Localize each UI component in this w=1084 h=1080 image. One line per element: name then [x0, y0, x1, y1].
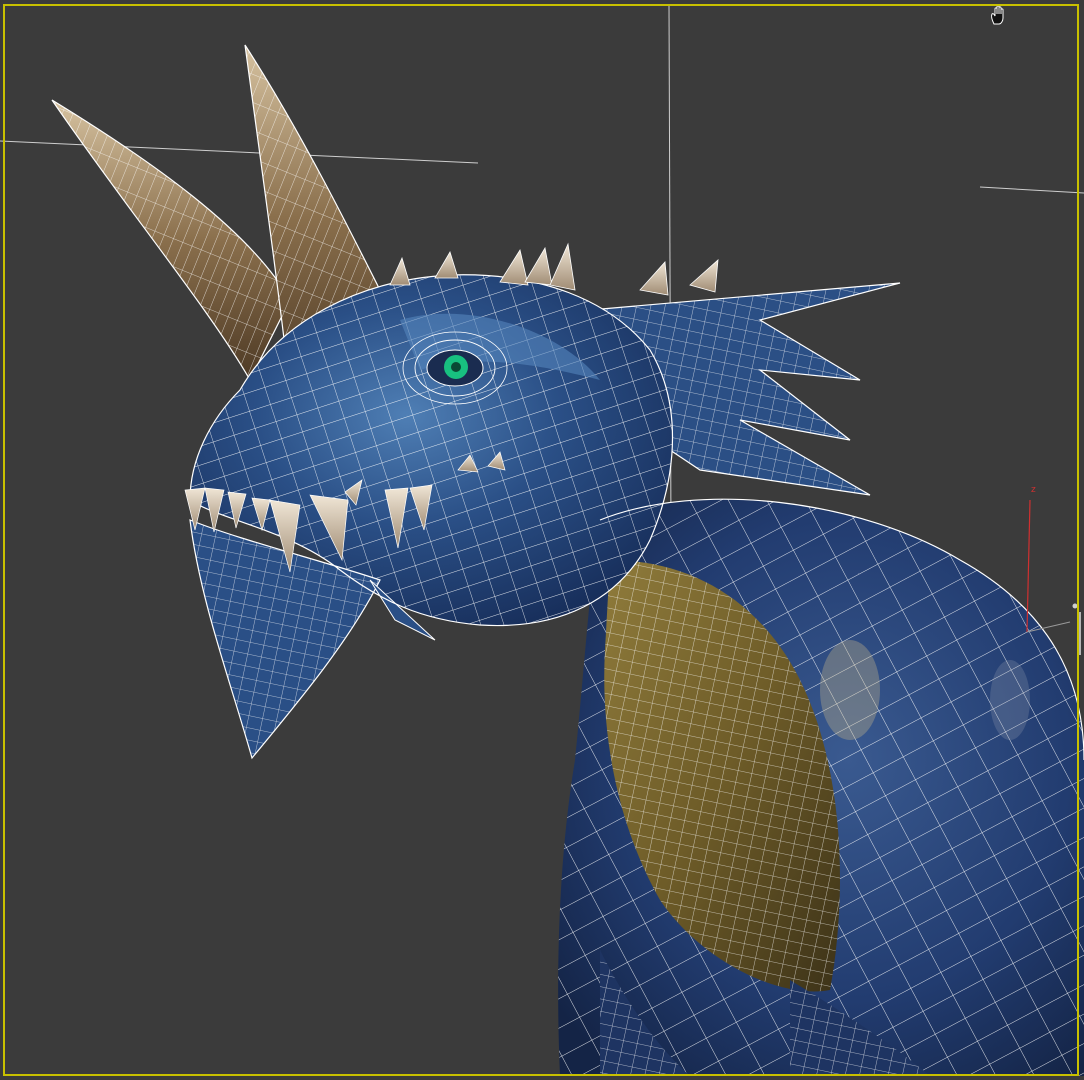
gizmo-z-label: z — [1031, 485, 1036, 495]
horn-left — [51, 99, 291, 382]
gizmo-pivot — [1072, 603, 1078, 609]
dragon-body — [558, 499, 1084, 1076]
dragon-wireframe-render[interactable] — [0, 0, 1084, 1080]
pan-hand-icon — [991, 5, 1004, 25]
3d-viewport[interactable]: z — [0, 0, 1084, 1080]
